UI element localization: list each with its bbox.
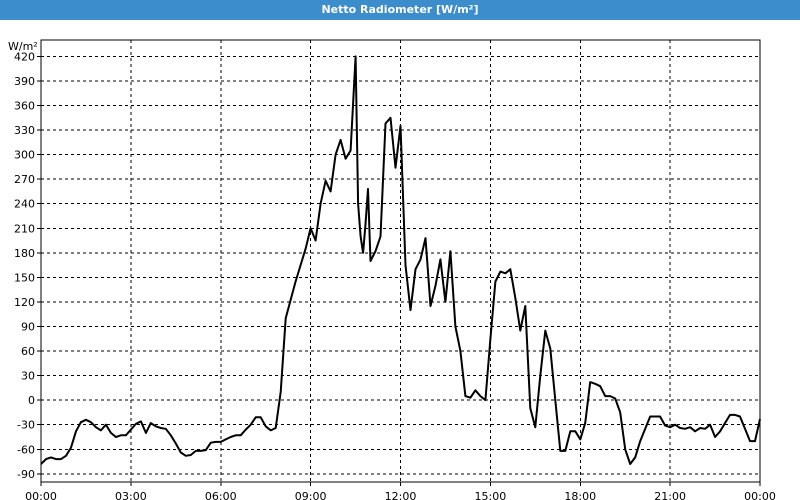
- x-tick-time-label: 06:00: [205, 490, 237, 500]
- y-tick-label: 90: [21, 320, 35, 333]
- x-tick-time-label: 09:00: [295, 490, 327, 500]
- x-axis: 00:0022.05.2103:0022.05.2106:0022.05.210…: [25, 482, 776, 500]
- window-title: Netto Radiometer [W/m²]: [0, 0, 800, 20]
- y-tick-label: 60: [21, 345, 35, 358]
- y-tick-label: 150: [14, 271, 35, 284]
- y-tick-label: -30: [17, 419, 35, 432]
- y-tick-label: 120: [14, 296, 35, 309]
- x-tick-time-label: 03:00: [115, 490, 147, 500]
- x-tick-time-label: 15:00: [475, 490, 507, 500]
- y-tick-label: 390: [14, 75, 35, 88]
- y-axis-unit-label: W/m²: [8, 40, 38, 53]
- y-tick-label: 30: [21, 370, 35, 383]
- x-tick-time-label: 00:00: [744, 490, 776, 500]
- y-tick-label: 300: [14, 149, 35, 162]
- y-tick-label: 330: [14, 124, 35, 137]
- y-tick-label: -60: [17, 443, 35, 456]
- y-tick-label: 210: [14, 222, 35, 235]
- x-tick-time-label: 00:00: [25, 490, 57, 500]
- y-tick-label: 240: [14, 198, 35, 211]
- x-tick-time-label: 18:00: [564, 490, 596, 500]
- y-tick-label: -90: [17, 468, 35, 481]
- y-axis: -90 -60 -30 0 30 60 90 120 150 180 210 240 270 300 330…: [14, 50, 41, 481]
- y-tick-label: 360: [14, 99, 35, 112]
- radiometer-chart: -90 -60 -30 0 30 60 90 120 150 180 210 240 270 300 330…: [8, 39, 776, 500]
- y-tick-label: 0: [28, 394, 35, 407]
- y-tick-label: 180: [14, 247, 35, 260]
- x-tick-time-label: 12:00: [385, 490, 417, 500]
- x-tick-time-label: 21:00: [654, 490, 686, 500]
- y-tick-label: 270: [14, 173, 35, 186]
